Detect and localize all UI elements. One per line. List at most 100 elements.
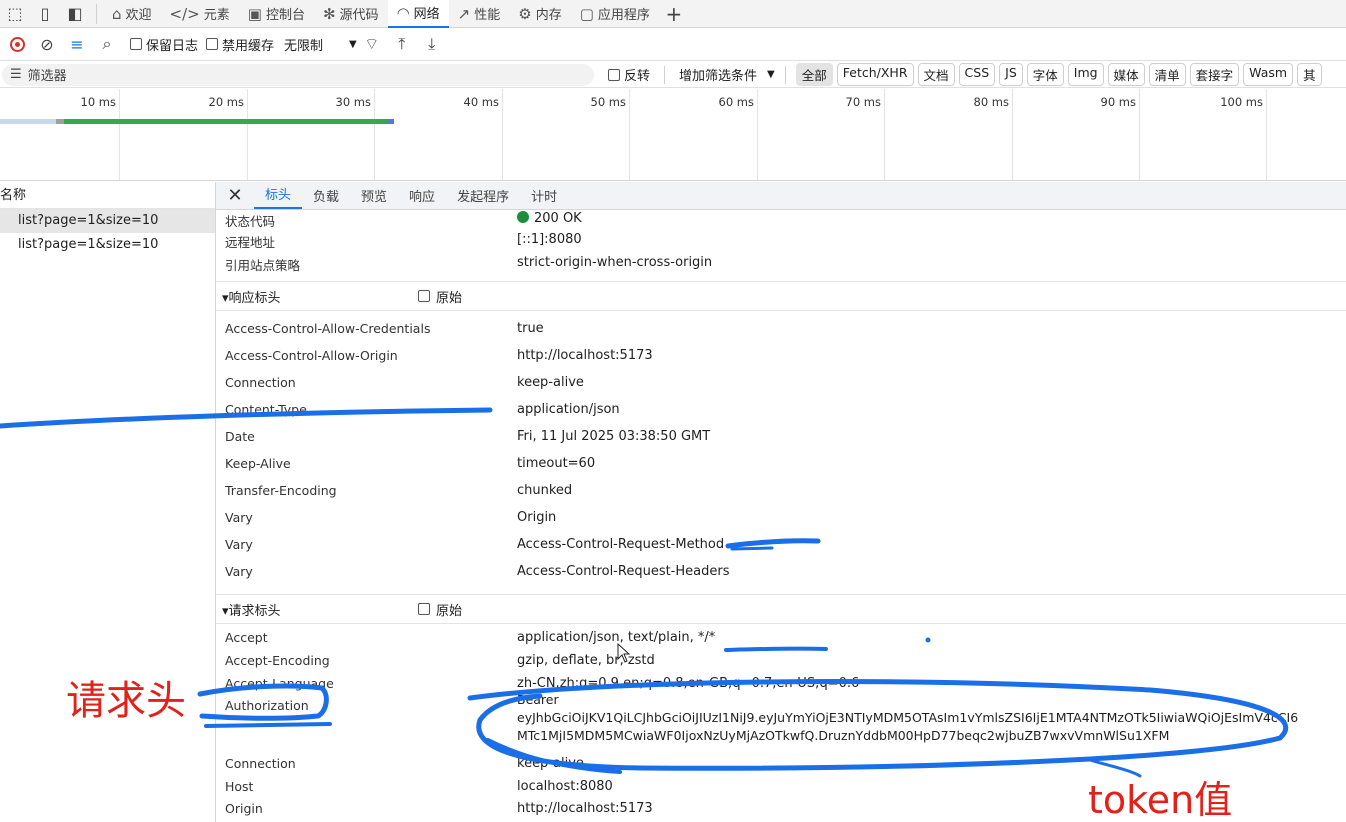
invert-checkbox[interactable]: 反转 [608,65,650,84]
header-row: Vary Access-Control-Request-Headers [225,564,729,579]
search-button[interactable]: ⌕ [92,29,122,59]
toggle-sidebar-icon[interactable]: ◧ [60,0,90,28]
tab-label: 欢迎 [125,8,152,23]
inspect-element-icon[interactable]: ⬚ [0,0,30,28]
tab-elements[interactable]: </> 元素 [161,0,239,28]
filter-all[interactable]: 全部 [795,63,833,86]
raw-checkbox[interactable]: 原始 [418,600,462,619]
checkbox-label: 禁用缓存 [222,38,275,54]
network-conditions-button[interactable]: ⌔ [357,29,387,59]
download-icon: ⤓ [428,34,436,53]
checkbox-box [418,290,430,302]
header-value: true [517,321,544,336]
header-key: 远程地址 [225,235,276,250]
timeline-tick: 80 ms [974,89,1013,180]
filter-font[interactable]: 字体 [1026,63,1064,86]
request-item[interactable]: list?page=1&size=10 [0,233,215,257]
tab-sources[interactable]: ✻ 源代码 [314,0,388,28]
filter-icon: ≡ [70,34,84,54]
throttle-value: 无限制 [284,38,324,54]
header-key: 引用站点策略 [225,258,301,273]
import-har-button[interactable]: ⤒ [387,29,417,59]
header-value: [::1]:8080 [517,232,582,247]
tab-initiator[interactable]: 发起程序 [446,182,520,209]
header-row: Transfer-Encoding chunked [225,483,572,498]
header-value: Access-Control-Request-Headers [517,564,730,579]
tick-label: 50 ms [590,95,626,109]
tab-label: 源代码 [339,8,379,23]
header-key: Content-Type [225,402,307,417]
tab-response[interactable]: 响应 [398,182,446,209]
header-key: Vary [225,564,253,579]
export-har-button[interactable]: ⤓ [417,29,447,59]
tab-welcome[interactable]: ⌂ 欢迎 [103,0,161,28]
tab-timing[interactable]: 计时 [520,182,568,209]
record-icon [9,36,25,52]
response-headers-section[interactable]: ▾响应标头 原始 [216,281,1346,311]
auth-scheme: Bearer [517,692,559,707]
filter-lines-icon: ☰ [10,67,22,82]
filter-socket[interactable]: 套接字 [1189,63,1240,86]
home-icon: ⌂ [112,4,122,23]
header-value: strict-origin-when-cross-origin [517,255,713,270]
record-button[interactable] [2,29,32,59]
filter-fetch-xhr[interactable]: Fetch/XHR [836,63,914,86]
divider [96,3,97,24]
raw-checkbox[interactable]: 原始 [418,287,462,306]
detail-tabs: ✕ 标头 负载 预览 响应 发起程序 计时 [216,182,1346,210]
bug-icon: ✻ [322,4,336,23]
timeline-overview[interactable]: 10 ms 20 ms 30 ms 40 ms 50 ms 60 ms 70 m… [0,89,1346,181]
disable-cache-checkbox[interactable]: 禁用缓存 [206,35,274,54]
tab-headers[interactable]: 标头 [254,182,303,209]
header-key: Access-Control-Allow-Credentials [225,321,431,336]
header-value: gzip, deflate, br, zstd [517,653,655,668]
filter-media[interactable]: 媒体 [1107,63,1145,86]
filter-input[interactable]: ☰ 筛选器 [2,63,594,86]
header-key: Authorization [225,698,309,713]
auth-token-line: eyJhbGciOiJKV1QiLCJhbGciOiJIUzI1NiJ9.eyJ… [517,710,1299,725]
divider [664,65,666,84]
filter-toggle-button[interactable]: ≡ [62,29,92,59]
header-value: http://localhost:5173 [517,801,653,816]
filter-other[interactable]: 其 [1297,63,1322,86]
filter-manifest[interactable]: 清单 [1148,63,1186,86]
filter-wasm[interactable]: Wasm [1243,63,1294,86]
tab-memory[interactable]: ⚙ 内存 [509,0,570,28]
checkbox-label: 保留日志 [146,38,199,54]
header-key: Connection [225,756,296,771]
preserve-log-checkbox[interactable]: 保留日志 [130,35,198,54]
timeline-tick: 90 ms [1101,89,1140,180]
filter-css[interactable]: CSS [958,63,996,86]
device-emulation-icon[interactable]: ▯ [30,0,60,28]
request-item[interactable]: list?page=1&size=10 [0,209,215,233]
token-annotation: token值 [1088,778,1233,822]
clear-button[interactable]: ⊘ [32,29,62,59]
performance-icon: ↗ [457,4,471,23]
checkbox-label: 原始 [436,290,463,306]
header-key: Date [225,429,255,444]
add-filter-dropdown[interactable]: 增加筛选条件 ▼ [679,65,775,84]
filter-img[interactable]: Img [1067,63,1104,86]
request-headers-section[interactable]: ▾请求标头 原始 [216,594,1346,624]
name-column-header[interactable]: 名称 [0,182,215,209]
filter-js[interactable]: JS [999,63,1023,86]
header-row: Vary Access-Control-Request-Method [225,537,724,552]
header-row: 远程地址 [::1]:8080 [225,232,582,251]
header-row: Vary Origin [225,510,556,525]
filter-doc[interactable]: 文档 [917,63,955,86]
header-value: 200 OK [517,211,582,226]
add-tab-button[interactable]: + [659,0,689,28]
application-icon: ▢ [579,4,594,23]
tab-application[interactable]: ▢ 应用程序 [571,0,659,28]
header-key: Accept-Language [225,676,334,691]
tab-console[interactable]: ▣ 控制台 [239,0,314,28]
throttle-select[interactable]: 无限制 ▼ [284,35,357,54]
tab-network[interactable]: ◠ 网络 [387,0,449,28]
header-row: Access-Control-Allow-Origin http://localh… [225,348,653,363]
header-row: Connection keep-alive [225,375,584,390]
tab-payload[interactable]: 负载 [302,182,350,209]
request-bar-stall [56,119,64,124]
tab-performance[interactable]: ↗ 性能 [449,0,510,28]
tab-preview[interactable]: 预览 [350,182,398,209]
close-detail-button[interactable]: ✕ [216,182,254,209]
